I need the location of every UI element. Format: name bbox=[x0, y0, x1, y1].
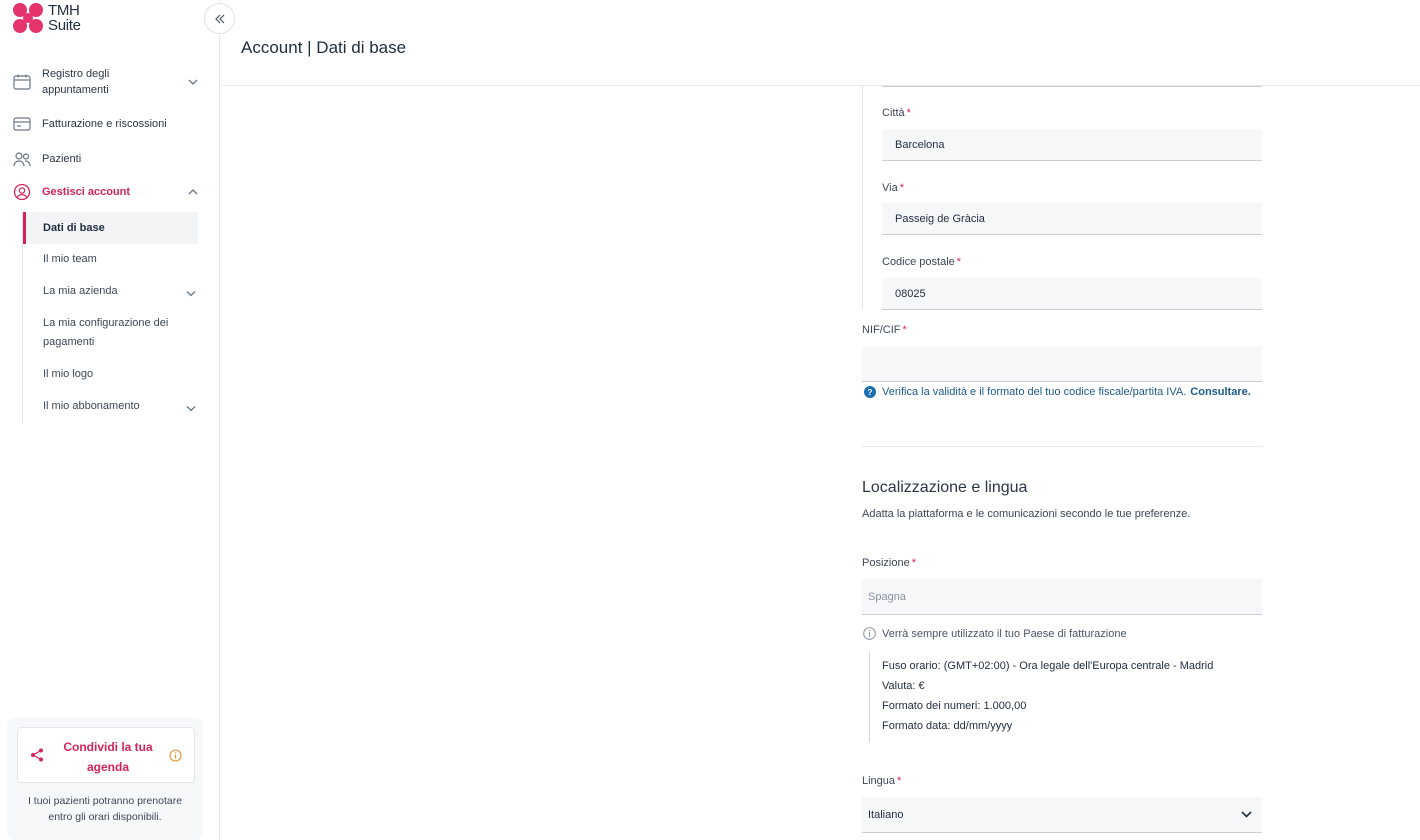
city-field[interactable]: Barcelona bbox=[882, 129, 1262, 161]
timezone-detail: Fuso orario: (GMT+02:00) - Ora legale de… bbox=[882, 660, 1214, 672]
svg-text:?: ? bbox=[868, 388, 873, 397]
currency-detail: Valuta: € bbox=[882, 680, 925, 692]
share-agenda-description: I tuoi pazienti potranno prenotare entro… bbox=[27, 795, 183, 823]
sidebar-item-billing[interactable]: Fatturazione e riscossioni bbox=[12, 114, 202, 134]
logo-mark-icon bbox=[13, 3, 43, 33]
user-circle-icon bbox=[12, 182, 32, 202]
chevron-down-icon bbox=[186, 400, 196, 419]
subnav-item-label: Il mio logo bbox=[43, 368, 94, 380]
street-label: Via * bbox=[882, 182, 904, 194]
double-chevron-left-icon bbox=[214, 11, 226, 27]
number-format-detail: Formato dei numeri: 1.000,00 bbox=[882, 700, 1027, 712]
language-label: Lingua * bbox=[862, 775, 902, 787]
sidebar-item-label: Gestisci account bbox=[42, 186, 131, 198]
field-underline bbox=[882, 86, 1262, 87]
billing-country-note: Verrà sempre utilizzato il tuo Paese di … bbox=[863, 627, 1127, 640]
address-group-rail bbox=[862, 86, 863, 310]
subnav-item-logo[interactable]: Il mio logo bbox=[23, 365, 198, 384]
users-icon bbox=[12, 149, 32, 169]
calendar-icon bbox=[12, 72, 32, 92]
page-title: Account | Dati di base bbox=[241, 38, 407, 57]
chevron-down-icon bbox=[188, 76, 198, 88]
collapse-sidebar-button[interactable] bbox=[204, 3, 235, 34]
share-agenda-button[interactable]: Condividi la tua agenda bbox=[17, 727, 195, 783]
position-field[interactable]: Spagna bbox=[862, 579, 1262, 615]
nif-help: ? Verifica la validità e il formato del … bbox=[864, 386, 1251, 398]
subnav-item-label: Dati di base bbox=[43, 221, 105, 234]
subnav-item-label: La mia azienda bbox=[43, 285, 118, 297]
postal-code-label: Codice postale * bbox=[882, 256, 962, 268]
city-label: Città * bbox=[882, 107, 911, 119]
question-icon: ? bbox=[864, 386, 876, 398]
subnav-item-team[interactable]: Il mio team bbox=[23, 250, 198, 269]
logo-text: TMH Suite bbox=[48, 2, 81, 34]
subnav-item-subscription[interactable]: Il mio abbonamento bbox=[23, 397, 198, 416]
details-rail bbox=[869, 651, 870, 742]
info-icon bbox=[863, 627, 876, 640]
chevron-down-icon bbox=[186, 285, 196, 304]
subnav-item-basic-data[interactable]: Dati di base bbox=[23, 212, 198, 244]
subnav-item-payments[interactable]: La mia configurazione dei pagamenti bbox=[23, 314, 183, 352]
nif-label: NIF/CIF * bbox=[862, 324, 907, 336]
share-agenda-panel: Condividi la tua agenda I tuoi pazienti … bbox=[7, 718, 203, 840]
sidebar-item-account[interactable]: Gestisci account bbox=[12, 182, 202, 202]
nif-field[interactable] bbox=[862, 346, 1262, 382]
section-divider bbox=[862, 446, 1262, 447]
page-header: Account | Dati di base bbox=[221, 0, 1420, 86]
localization-title: Localizzazione e lingua bbox=[862, 479, 1028, 496]
chevron-down-icon bbox=[1241, 809, 1252, 821]
share-agenda-label: Condividi la tua agenda bbox=[63, 740, 153, 774]
date-format-detail: Formato data: dd/mm/yyyy bbox=[882, 720, 1013, 732]
position-label: Posizione * bbox=[862, 557, 916, 569]
sidebar-item-label: Pazienti bbox=[42, 153, 82, 165]
share-icon bbox=[30, 748, 44, 765]
info-icon[interactable] bbox=[169, 749, 182, 765]
sidebar-item-appointments[interactable]: Registro degli appuntamenti bbox=[12, 66, 202, 98]
consult-link[interactable]: Consultare. bbox=[1190, 386, 1251, 398]
sidebar-item-label: Registro degli appuntamenti bbox=[42, 68, 110, 96]
sidebar-item-label: Fatturazione e riscossioni bbox=[42, 118, 167, 130]
subnav-item-company[interactable]: La mia azienda bbox=[23, 282, 198, 301]
card-icon bbox=[12, 114, 32, 134]
sidebar: TMH Suite Registro degli appuntamenti Fa… bbox=[0, 0, 220, 840]
subnav-item-label: Il mio abbonamento bbox=[43, 400, 140, 412]
localization-description: Adatta la piattaforma e le comunicazioni… bbox=[862, 508, 1191, 520]
subnav-item-label: La mia configurazione dei pagamenti bbox=[43, 317, 169, 348]
subnav-item-label: Il mio team bbox=[43, 253, 97, 265]
postal-code-field[interactable]: 08025 bbox=[882, 278, 1262, 310]
language-select[interactable]: Italiano bbox=[862, 797, 1262, 833]
sidebar-item-patients[interactable]: Pazienti bbox=[12, 149, 202, 169]
logo[interactable]: TMH Suite bbox=[12, 2, 102, 36]
chevron-up-icon bbox=[188, 186, 198, 198]
street-field[interactable]: Passeig de Gràcia bbox=[882, 203, 1262, 235]
